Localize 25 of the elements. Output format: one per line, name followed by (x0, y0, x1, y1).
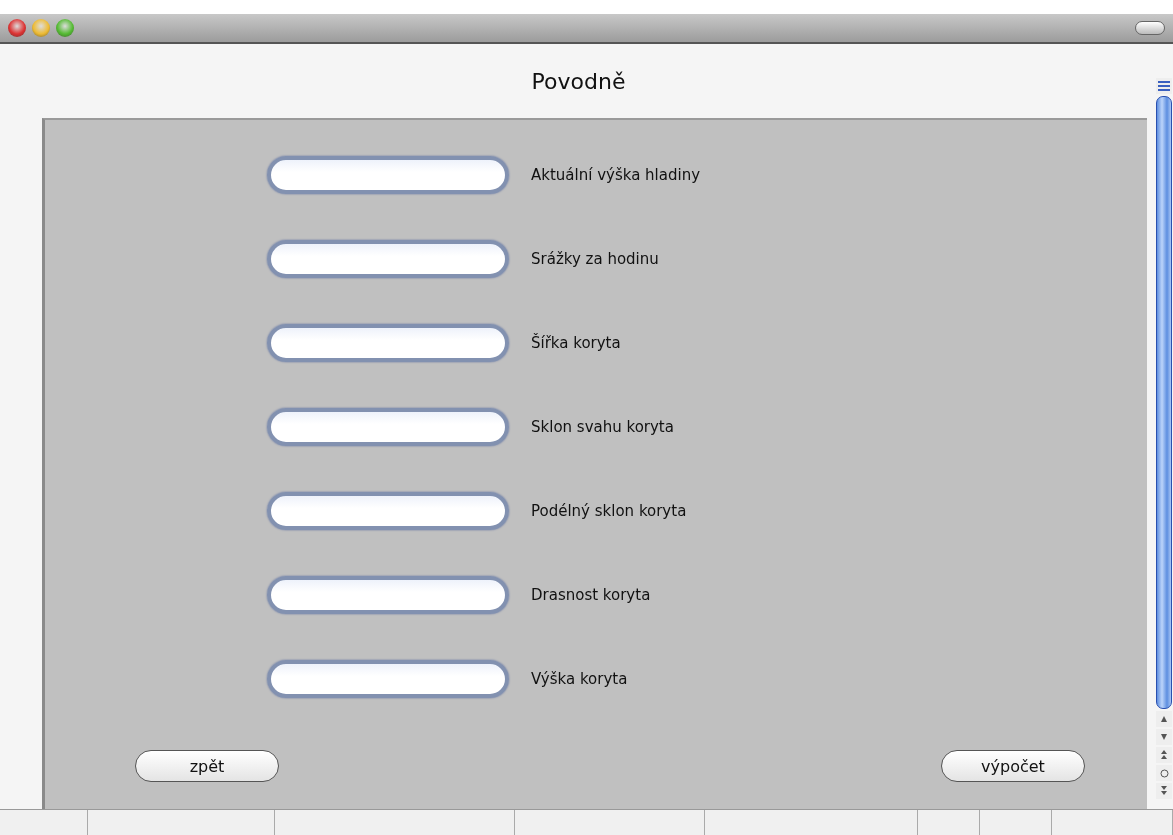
field-label: Srážky za hodinu (531, 250, 659, 268)
input-field[interactable] (267, 156, 509, 194)
field-label: Drasnost koryta (531, 586, 651, 604)
scroll-thumb[interactable] (1156, 96, 1172, 709)
back-button[interactable]: zpět (135, 750, 279, 782)
list-icon[interactable] (1156, 78, 1172, 94)
input-field[interactable] (267, 408, 509, 446)
field-label: Výška koryta (531, 670, 628, 688)
page-up-icon[interactable] (1156, 747, 1172, 763)
input-field[interactable] (267, 660, 509, 698)
field-label: Aktuální výška hladiny (531, 166, 701, 184)
input-field[interactable] (267, 324, 509, 362)
minimize-button[interactable] (32, 19, 50, 37)
field-label: Šířka koryta (531, 334, 621, 352)
page-down-icon[interactable] (1156, 783, 1172, 799)
window-title: Povodně (530, 67, 627, 96)
close-button[interactable] (8, 19, 26, 37)
calculate-button[interactable]: výpočet (941, 750, 1085, 782)
zoom-button[interactable] (56, 19, 74, 37)
field-label: Podélný sklon koryta (531, 502, 687, 520)
toolbar-toggle-button[interactable] (1135, 21, 1165, 35)
field-label: Sklon svahu koryta (531, 418, 674, 436)
input-field[interactable] (267, 492, 509, 530)
input-field[interactable] (267, 576, 509, 614)
input-field[interactable] (267, 240, 509, 278)
